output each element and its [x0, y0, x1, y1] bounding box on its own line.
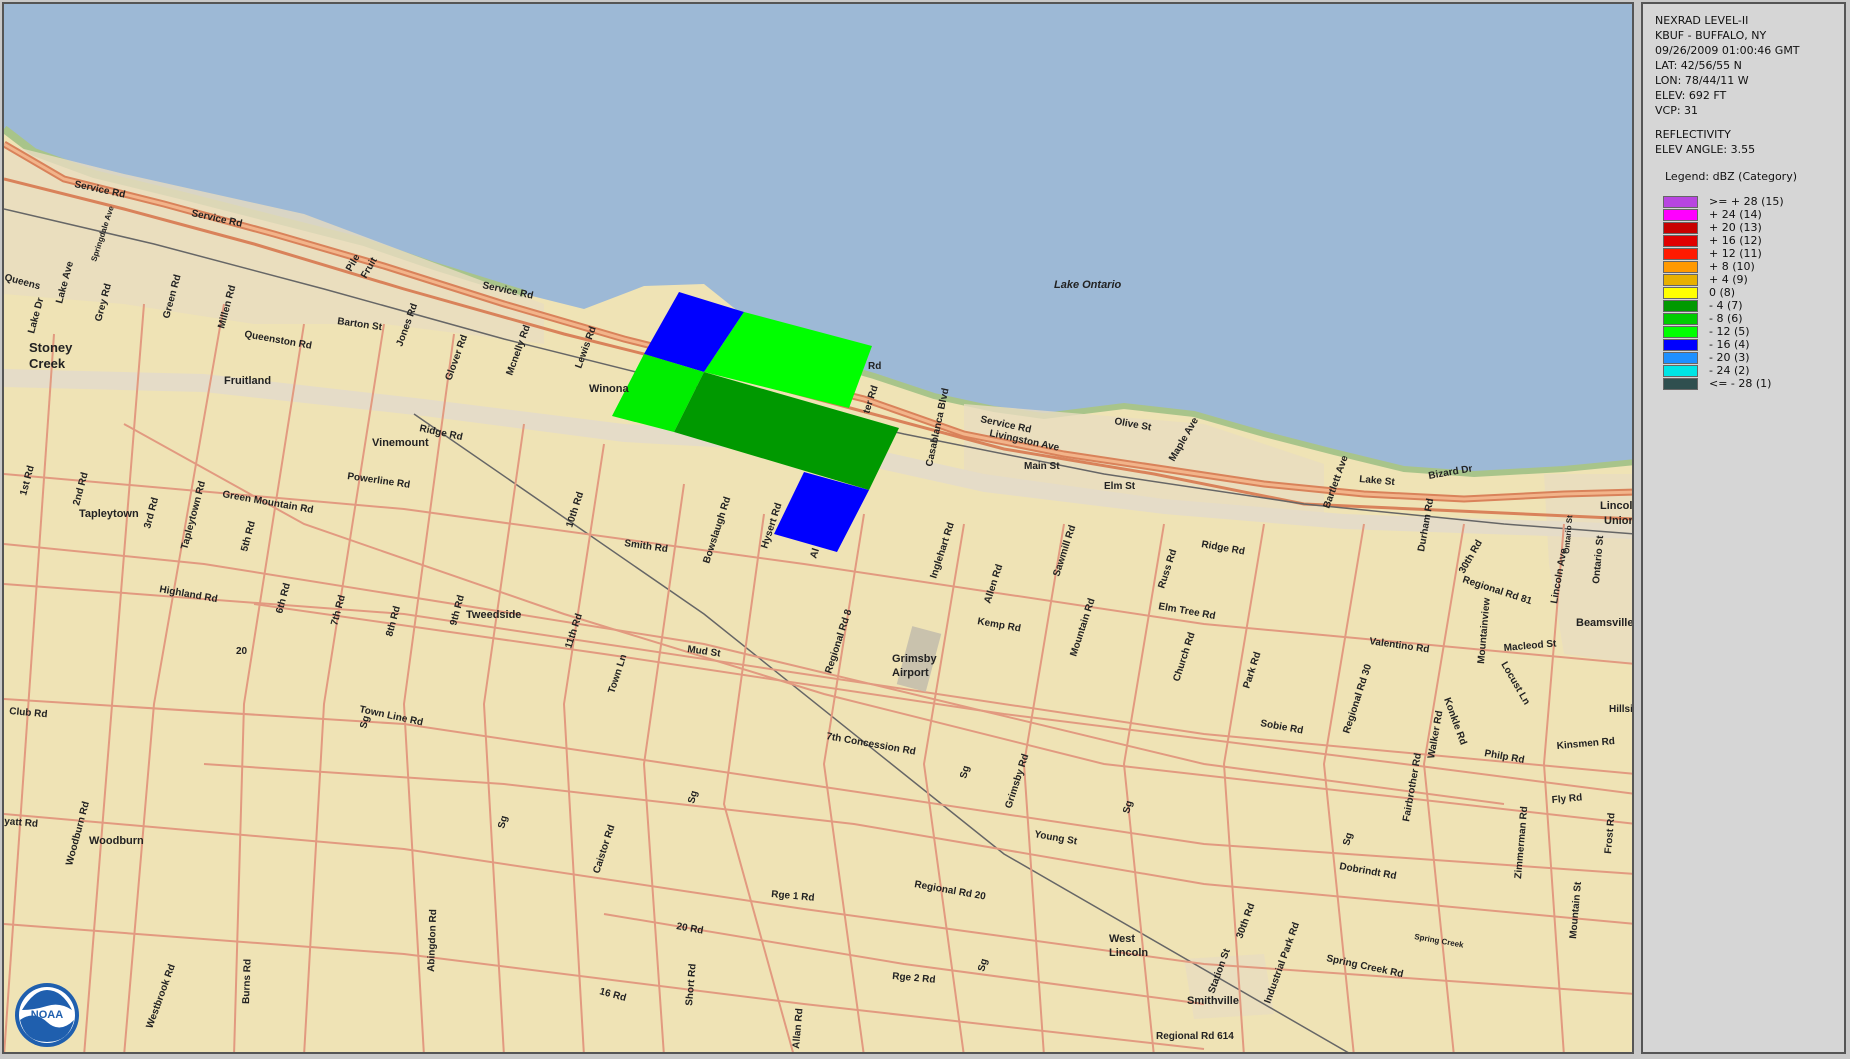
- legend-swatch: [1663, 339, 1698, 351]
- legend-label: - 16 (4): [1709, 338, 1750, 351]
- legend-title: Legend: dBZ (Category): [1665, 170, 1797, 183]
- legend-swatch: [1663, 378, 1698, 390]
- info-line: 09/26/2009 01:00:46 GMT: [1655, 44, 1800, 57]
- legend-label: + 24 (14): [1709, 208, 1762, 221]
- svg-text:Airport: Airport: [892, 667, 929, 679]
- svg-text:West: West: [1109, 933, 1135, 945]
- legend-swatch: [1663, 365, 1698, 377]
- product-info: REFLECTIVITY ELEV ANGLE: 3.55: [1655, 127, 1755, 157]
- legend-swatch: [1663, 352, 1698, 364]
- legend-swatch: [1663, 222, 1698, 234]
- svg-text:Elm St: Elm St: [1104, 481, 1136, 492]
- svg-text:Winona: Winona: [589, 383, 629, 395]
- legend-label: + 4 (9): [1709, 273, 1748, 286]
- legend-swatch: [1663, 261, 1698, 273]
- svg-text:Grimsby: Grimsby: [892, 653, 938, 665]
- svg-text:Tapleytown: Tapleytown: [79, 508, 139, 520]
- svg-text:Tweedside: Tweedside: [466, 609, 521, 621]
- legend-swatch: [1663, 196, 1698, 208]
- svg-text:Burns Rd: Burns Rd: [241, 959, 254, 1004]
- svg-text:Regional Rd 614: Regional Rd 614: [1156, 1031, 1234, 1042]
- info-panel: NEXRAD LEVEL-II KBUF - BUFFALO, NY 09/26/2…: [1641, 2, 1846, 1054]
- legend-label: + 16 (12): [1709, 234, 1762, 247]
- svg-text:Rd: Rd: [868, 361, 881, 372]
- legend-label: 0 (8): [1709, 286, 1736, 299]
- legend-label: - 8 (6): [1709, 312, 1743, 325]
- svg-text:Vinemount: Vinemount: [372, 437, 429, 449]
- legend-label: - 4 (7): [1709, 299, 1743, 312]
- info-line: KBUF - BUFFALO, NY: [1655, 29, 1767, 42]
- legend-label: + 20 (13): [1709, 221, 1762, 234]
- info-line: LAT: 42/56/55 N: [1655, 59, 1742, 72]
- legend-label: <= - 28 (1): [1709, 377, 1772, 390]
- radar-map[interactable]: Lake Ontario Stoney Creek Fruitland Wino…: [2, 2, 1634, 1054]
- legend-label: - 24 (2): [1709, 364, 1750, 377]
- legend-label: >= + 28 (15): [1709, 195, 1784, 208]
- svg-text:Lincoln: Lincoln: [1600, 500, 1634, 512]
- legend-swatch: [1663, 235, 1698, 247]
- svg-text:Hillside: Hillside: [1609, 704, 1634, 715]
- svg-text:NOAA: NOAA: [31, 1009, 63, 1021]
- svg-text:Creek: Creek: [29, 356, 66, 371]
- legend-label: - 20 (3): [1709, 351, 1750, 364]
- legend-swatch: [1663, 300, 1698, 312]
- svg-text:Beamsville: Beamsville: [1576, 617, 1633, 629]
- legend-swatch: [1663, 313, 1698, 325]
- svg-text:Stoney: Stoney: [29, 340, 73, 355]
- info-line: ELEV: 692 FT: [1655, 89, 1727, 102]
- station-info: NEXRAD LEVEL-II KBUF - BUFFALO, NY 09/26/2…: [1655, 13, 1800, 118]
- svg-text:Fruitland: Fruitland: [224, 375, 271, 387]
- info-line: NEXRAD LEVEL-II: [1655, 14, 1749, 27]
- svg-text:Woodburn: Woodburn: [89, 835, 144, 847]
- legend-swatch: [1663, 274, 1698, 286]
- legend-swatch: [1663, 248, 1698, 260]
- info-line: VCP: 31: [1655, 104, 1699, 117]
- lake-ontario-label: Lake Ontario: [1054, 279, 1122, 291]
- svg-text:Abingdon Rd: Abingdon Rd: [426, 909, 439, 972]
- legend-swatch: [1663, 209, 1698, 221]
- legend-label: + 12 (11): [1709, 247, 1762, 260]
- svg-text:20: 20: [236, 646, 248, 657]
- svg-text:Union: Union: [1604, 515, 1634, 527]
- info-line: LON: 78/44/11 W: [1655, 74, 1749, 87]
- legend-label: + 8 (10): [1709, 260, 1755, 273]
- svg-text:Smithville: Smithville: [1187, 995, 1239, 1007]
- info-line: ELEV ANGLE: 3.55: [1655, 143, 1756, 156]
- svg-text:Lincoln: Lincoln: [1109, 947, 1148, 959]
- legend-swatch: [1663, 287, 1698, 299]
- map-canvas[interactable]: Lake Ontario Stoney Creek Fruitland Wino…: [4, 4, 1634, 1054]
- legend-label: - 12 (5): [1709, 325, 1750, 338]
- svg-text:Main St: Main St: [1024, 461, 1060, 472]
- noaa-logo: NOAA: [14, 982, 80, 1052]
- info-line: REFLECTIVITY: [1655, 128, 1731, 141]
- legend-swatch: [1663, 326, 1698, 338]
